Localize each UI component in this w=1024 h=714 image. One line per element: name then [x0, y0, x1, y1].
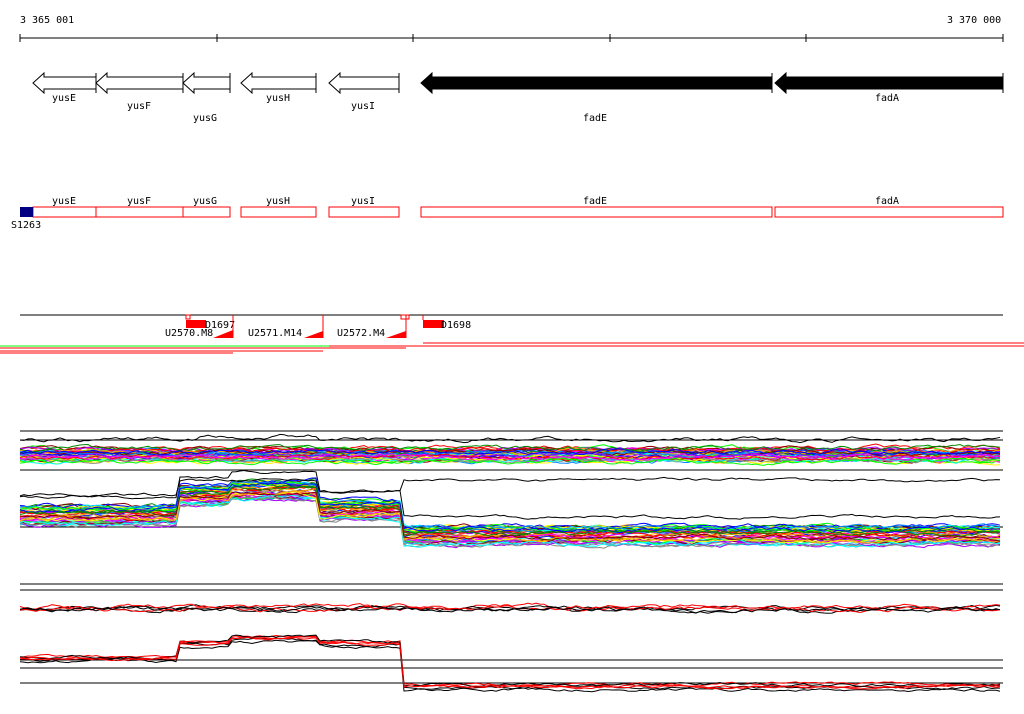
unit-tick [400, 314, 410, 320]
cds-label-yusE: yusE [52, 196, 76, 207]
gene-fadE[interactable]: fadE [420, 71, 773, 124]
cds-box-fadE[interactable] [420, 206, 773, 218]
gene-label-yusE: yusE [52, 93, 76, 104]
gene-label-fadA: fadA [875, 93, 899, 104]
gene-yusE[interactable]: yusE [32, 71, 97, 104]
cds-track: yusE yusF yusG yusH yusI fadE fadA S1263 [11, 196, 1004, 231]
gene-label-yusG: yusG [193, 113, 217, 124]
gene-yusH[interactable]: yusH [240, 71, 317, 104]
gene-arrow-yusF[interactable] [95, 71, 184, 95]
cds-box-yusE[interactable] [32, 206, 97, 218]
gene-label-yusH: yusH [266, 93, 290, 104]
u2571-label[interactable]: U2571.M14 [248, 328, 302, 339]
gene-yusF[interactable]: yusF [95, 71, 184, 112]
gene-arrow-yusH[interactable] [240, 71, 317, 95]
ruler: 3 365 001 3 370 000 [19, 15, 1004, 42]
trace-group4 [19, 635, 1001, 690]
trace-group1-black [19, 433, 1001, 444]
cds-label-yusF: yusF [127, 196, 151, 207]
cds-box-yusG[interactable] [182, 206, 231, 218]
s1263-marker[interactable] [20, 207, 33, 217]
gene-fadA[interactable]: fadA [774, 71, 1004, 104]
ruler-start-label: 3 365 001 [20, 15, 74, 26]
genome-browser-view: 3 365 001 3 370 000 yusE yusF yusG yusH yusI… [0, 15, 1024, 693]
gene-arrow-fadE[interactable] [420, 71, 773, 95]
trace-group2 [19, 481, 1001, 532]
gene-arrow-yusG[interactable] [182, 71, 231, 95]
gene-yusI[interactable]: yusI [328, 71, 400, 112]
gene-label-fadE: fadE [583, 113, 607, 124]
d1697-tick [185, 314, 191, 320]
cds-box-yusI[interactable] [328, 206, 400, 218]
u2570-label[interactable]: U2570.M8 [165, 328, 213, 339]
cds-box-fadA[interactable] [774, 206, 1004, 218]
gene-arrow-yusI[interactable] [328, 71, 400, 95]
u2572-signal [386, 331, 406, 338]
cds-label-fadE: fadE [583, 196, 607, 207]
d1697-box[interactable] [186, 320, 206, 328]
cds-box-yusH[interactable] [240, 206, 317, 218]
feature-track: D1697 D1698 U2570.M8 U2571.M14 U2572.M4 [0, 314, 1024, 354]
cds-label-fadA: fadA [875, 196, 899, 207]
gene-yusG[interactable]: yusG [182, 71, 231, 124]
d1698-label: D1698 [441, 320, 471, 331]
expression-traces [19, 430, 1003, 693]
s1263-label: S1263 [11, 220, 41, 231]
trace-group4 [20, 637, 1000, 691]
gene-arrow-fadA[interactable] [774, 71, 1004, 95]
gene-label-yusI: yusI [351, 101, 375, 112]
cds-box-yusF[interactable] [95, 206, 184, 218]
cds-label-yusG: yusG [193, 196, 217, 207]
u2572-label[interactable]: U2572.M4 [337, 328, 385, 339]
u2571-signal [304, 331, 323, 338]
cds-label-yusI: yusI [351, 196, 375, 207]
trace-group2-black [19, 476, 1001, 498]
trace-group4 [19, 636, 1001, 690]
cds-label-yusH: yusH [266, 196, 290, 207]
gene-arrow-track: yusE yusF yusG yusH yusI fadE fadA [32, 71, 1004, 124]
ruler-end-label: 3 370 000 [947, 15, 1001, 26]
u2570-signal [213, 330, 233, 338]
gene-arrow-yusE[interactable] [32, 71, 97, 95]
gene-label-yusF: yusF [127, 101, 151, 112]
